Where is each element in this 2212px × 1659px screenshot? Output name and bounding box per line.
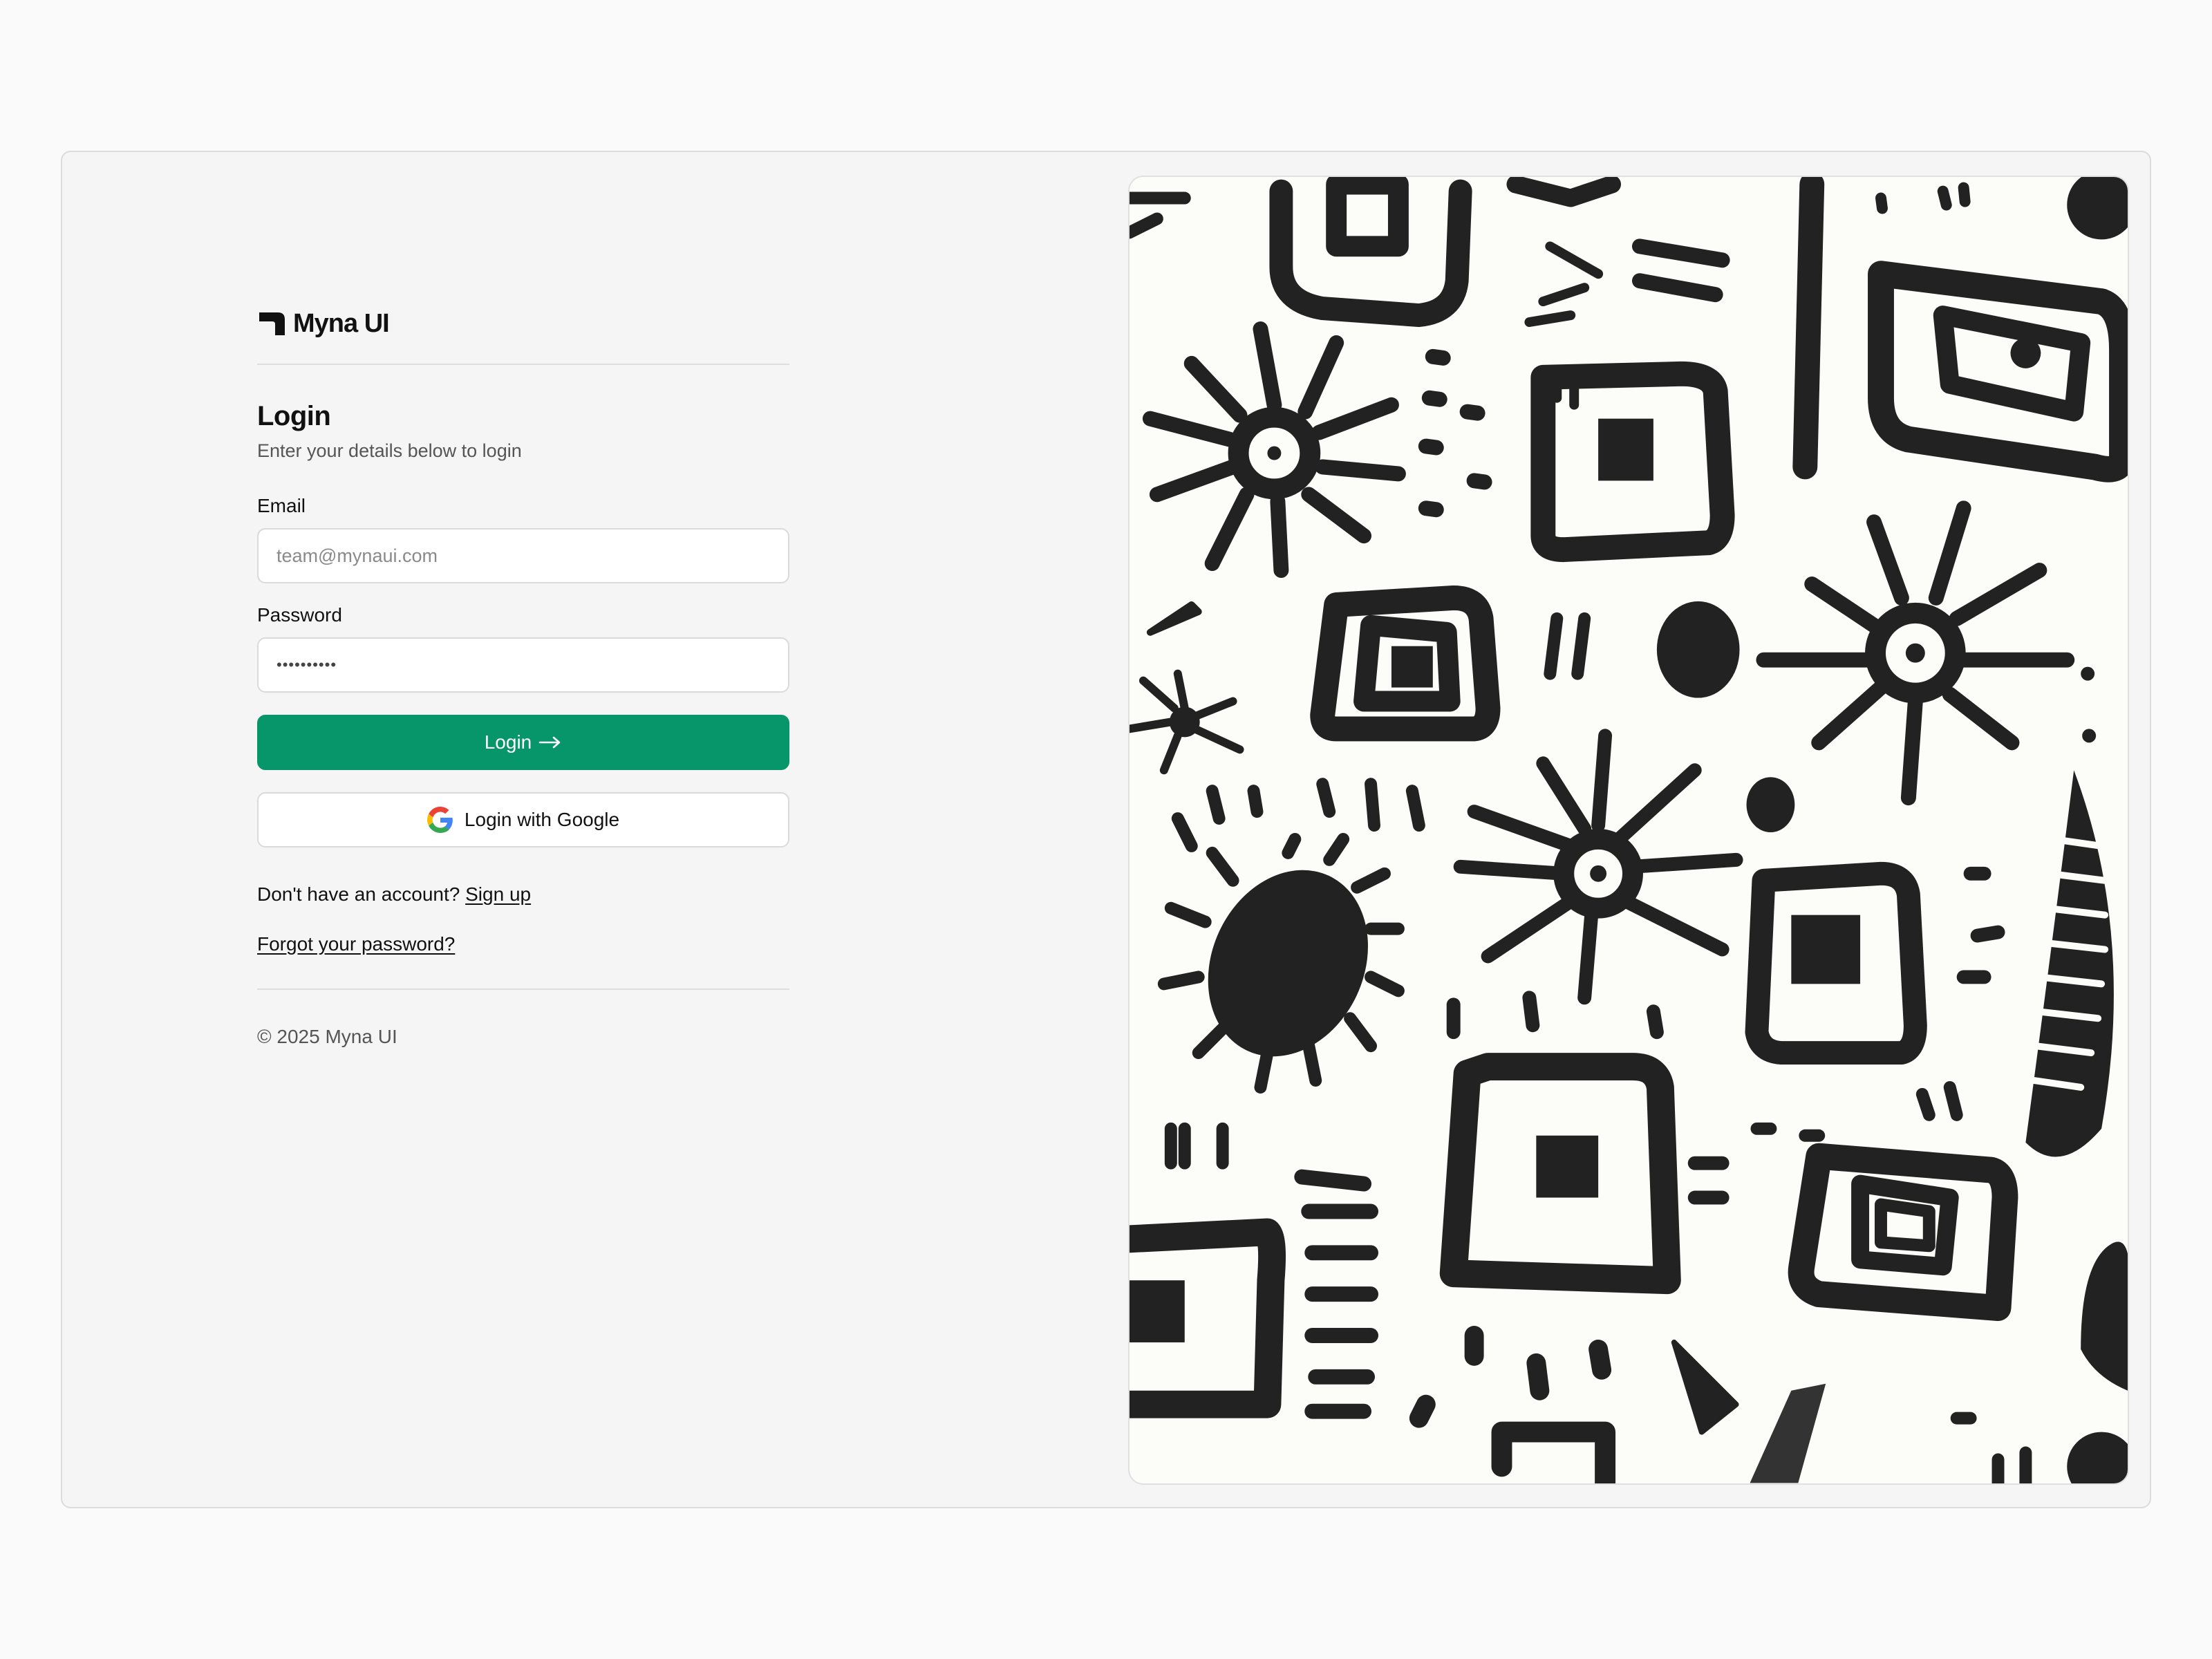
page-subtitle: Enter your details below to login	[257, 440, 522, 461]
email-placeholder: team@mynaui.com	[276, 545, 438, 566]
forgot-row: Forgot your password?	[257, 933, 789, 955]
google-button-label: Login with Google	[464, 809, 620, 830]
google-icon	[427, 807, 453, 833]
decorative-pattern-image	[1128, 176, 2129, 1485]
login-button[interactable]: Login	[257, 715, 789, 770]
divider	[257, 988, 789, 990]
myna-logo-icon	[259, 312, 285, 335]
password-field[interactable]: ••••••••••	[257, 637, 789, 693]
arrow-right-icon	[538, 736, 561, 749]
google-login-button[interactable]: Login with Google	[257, 792, 789, 847]
signup-prompt: Don't have an account?	[257, 883, 460, 905]
page-title: Login	[257, 401, 331, 431]
password-value: ••••••••••	[276, 656, 337, 673]
tribal-pattern-illustration	[1130, 177, 2128, 1483]
password-label: Password	[257, 604, 342, 626]
divider	[257, 364, 789, 365]
copyright: © 2025 Myna UI	[257, 1026, 397, 1047]
brand-name: Myna UI	[293, 308, 390, 338]
forgot-password-link[interactable]: Forgot your password?	[257, 933, 455, 955]
signup-link[interactable]: Sign up	[465, 883, 531, 905]
brand-logo[interactable]: Myna UI	[257, 303, 789, 344]
email-label: Email	[257, 495, 306, 516]
login-panel: Myna UI Login Enter your details below t…	[257, 303, 789, 1048]
email-field[interactable]: team@mynaui.com	[257, 528, 789, 583]
signup-row: Don't have an account? Sign up	[257, 883, 789, 906]
login-button-label: Login	[484, 731, 532, 753]
